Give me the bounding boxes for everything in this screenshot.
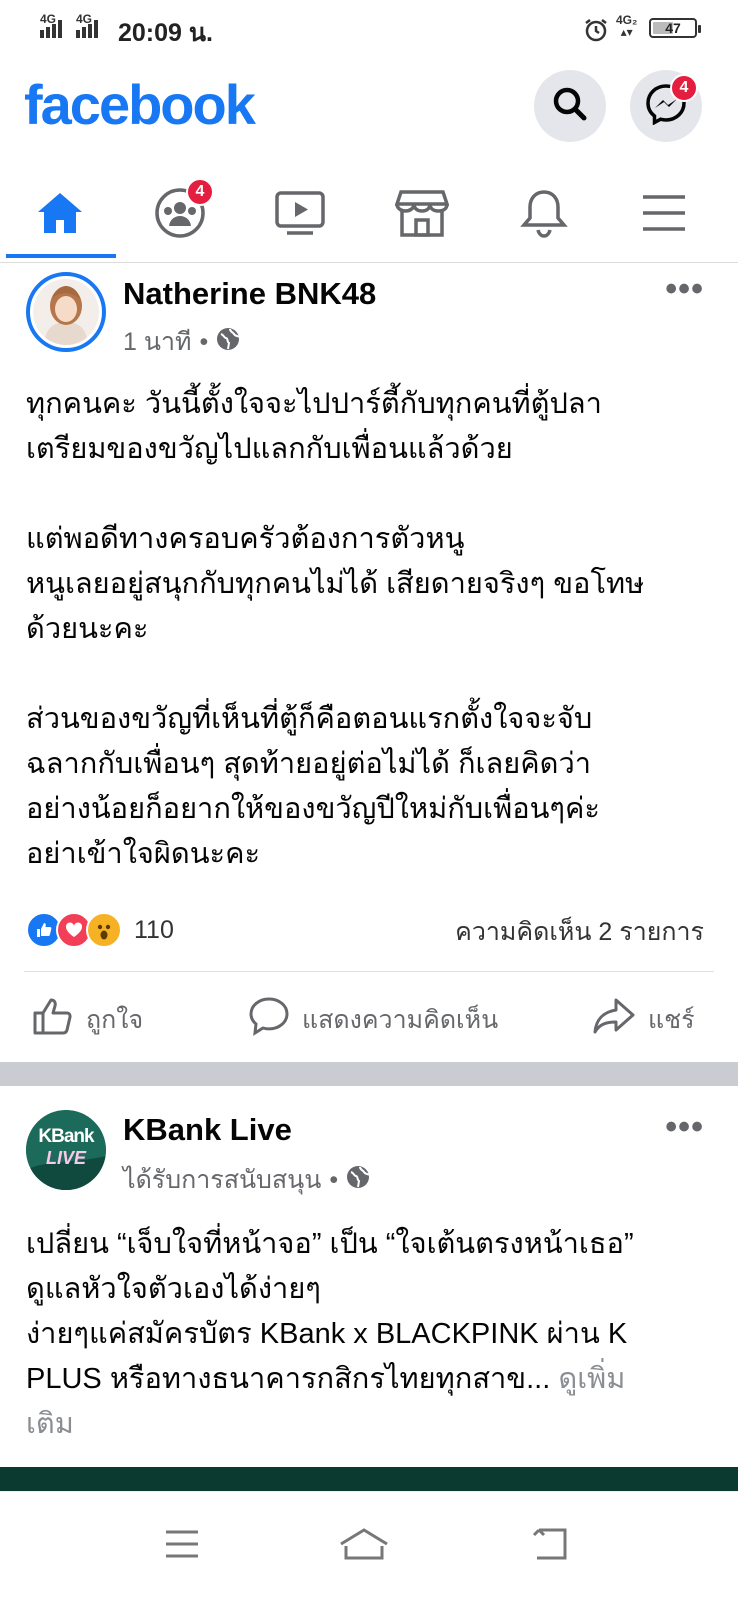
- kbank-avatar-live-text: LIVE: [45, 1148, 86, 1168]
- status-time: 20:09 น.: [118, 19, 213, 47]
- post-line-text: PLUS หรือทางธนาคารกสิกรไทยทุกสาข...: [26, 1363, 551, 1395]
- post-line: เตรียมของขวัญไปแลกกับเพื่อนแล้วด้วย: [26, 433, 513, 465]
- feed-separator: [0, 1062, 738, 1086]
- comment-button[interactable]: แสดงความคิดเห็น: [248, 996, 498, 1043]
- post-line: ทุกคนคะ วันนี้ตั้งใจจะไปปาร์ตี้กับทุกคนท…: [26, 388, 602, 420]
- see-more-link[interactable]: ดูเพิ่ม: [558, 1363, 625, 1395]
- back-icon: [531, 1526, 573, 1567]
- comment-label: แสดงความคิดเห็น: [302, 1005, 499, 1034]
- globe-icon: [346, 1165, 370, 1196]
- search-icon: [550, 84, 590, 129]
- messenger-badge: 4: [670, 74, 698, 102]
- thumbs-up-icon: [32, 996, 74, 1043]
- post-body: เปลี่ยน “เจ็บใจที่หน้าจอ” เป็น “ใจเต้นตร…: [26, 1222, 716, 1447]
- post-meta: 1 นาที •: [123, 322, 240, 362]
- home-icon: [35, 190, 85, 241]
- post-line: ด้วยนะคะ: [26, 613, 149, 645]
- battery-percent: 47: [665, 20, 681, 36]
- messenger-button[interactable]: 4: [630, 70, 702, 142]
- marketplace-icon: [394, 188, 450, 243]
- signal-sim2-icon: 4G: [76, 12, 98, 38]
- back-button[interactable]: [512, 1516, 592, 1576]
- comment-icon: [248, 996, 290, 1043]
- like-button[interactable]: ถูกใจ: [32, 996, 143, 1043]
- comments-count[interactable]: ความคิดเห็น 2 รายการ: [455, 912, 704, 952]
- hamburger-menu-icon: [640, 193, 688, 238]
- see-more-link-cont[interactable]: เติม: [26, 1402, 716, 1447]
- sim1-network-label: 4G: [40, 12, 57, 26]
- tab-home[interactable]: [0, 170, 120, 260]
- tab-groups[interactable]: 4: [120, 170, 240, 260]
- battery-icon: 47: [649, 18, 701, 38]
- recent-apps-button[interactable]: [142, 1516, 222, 1576]
- post-line: อย่างน้อยก็อยากให้ของขวัญปีใหม่กับเพื่อน…: [26, 793, 600, 825]
- post-options-button[interactable]: •••: [665, 270, 704, 309]
- video-icon: [273, 189, 327, 242]
- post-line: ดูแลหัวใจตัวเองได้ง่ายๆ: [26, 1273, 321, 1305]
- like-label: ถูกใจ: [86, 1005, 144, 1034]
- meta-dot: •: [329, 1165, 339, 1194]
- facebook-logo[interactable]: facebook: [24, 72, 256, 137]
- search-button[interactable]: [534, 70, 606, 142]
- recent-apps-icon: [162, 1528, 202, 1565]
- active-tab-indicator: [6, 254, 116, 258]
- sponsored-label[interactable]: ได้รับการสนับสนุน: [123, 1160, 321, 1200]
- post-line: อย่าเข้าใจผิดนะคะ: [26, 838, 261, 870]
- home-button[interactable]: [324, 1516, 404, 1576]
- share-icon: [592, 996, 636, 1043]
- tab-menu[interactable]: [604, 170, 724, 260]
- divider: [24, 971, 714, 972]
- post-body: ทุกคนคะ วันนี้ตั้งใจจะไปปาร์ตี้กับทุกคนท…: [26, 382, 716, 877]
- kbank-avatar-text: KBank: [38, 1126, 94, 1147]
- globe-icon: [216, 327, 240, 358]
- system-nav-bar: [0, 1491, 738, 1601]
- post-options-button[interactable]: •••: [665, 1108, 704, 1147]
- ad-media-top-edge: [0, 1467, 738, 1491]
- meta-dot: •: [199, 327, 209, 356]
- data-arrows-icon: ▴▾: [620, 25, 633, 39]
- post-line: PLUS หรือทางธนาคารกสิกรไทยทุกสาข... ดูเพ…: [26, 1357, 716, 1402]
- home-nav-icon: [338, 1526, 390, 1567]
- status-bar: 4G 4G 20:09 น. 4G₂ ▴▾ 47: [0, 0, 738, 58]
- groups-badge: 4: [186, 178, 214, 206]
- reaction-count: 110: [134, 915, 174, 944]
- reaction-summary[interactable]: 110: [26, 912, 174, 948]
- post-line: ง่ายๆแค่สมัครบัตร KBank x BLACKPINK ผ่าน…: [26, 1318, 628, 1350]
- share-button[interactable]: แชร์: [592, 996, 695, 1043]
- author-avatar[interactable]: [26, 272, 106, 352]
- signal-sim1-icon: 4G: [40, 12, 62, 38]
- post-line: แต่พอดีทางครอบครัวต้องการตัวหนู: [26, 523, 465, 555]
- post-line: หนูเลยอยู่สนุกกับทุกคนไม่ได้ เสียดายจริง…: [26, 568, 645, 600]
- sim2-network-label: 4G: [76, 12, 93, 26]
- tab-notifications[interactable]: [484, 170, 604, 260]
- post-time[interactable]: 1 นาที: [123, 322, 191, 362]
- post-meta: ได้รับการสนับสนุน •: [123, 1160, 370, 1200]
- tab-marketplace[interactable]: [362, 170, 482, 260]
- post-line: ฉลากกับเพื่อนๆ สุดท้ายอยู่ต่อไม่ได้ ก็เล…: [26, 748, 592, 780]
- wow-reaction-icon: [86, 912, 122, 948]
- share-label: แชร์: [648, 1005, 695, 1034]
- post-author-name[interactable]: KBank Live: [123, 1112, 292, 1148]
- kbank-avatar[interactable]: KBank LIVE: [26, 1110, 106, 1190]
- bell-icon: [519, 187, 569, 244]
- post-line: เปลี่ยน “เจ็บใจที่หน้าจอ” เป็น “ใจเต้นตร…: [26, 1228, 634, 1260]
- alarm-icon: [583, 17, 609, 48]
- tab-watch[interactable]: [240, 170, 360, 260]
- post-line: ส่วนของขวัญที่เห็นที่ตู้ก็คือตอนแรกตั้งใ…: [26, 703, 593, 735]
- main-tab-bar: 4: [0, 170, 738, 263]
- data-network-indicator: 4G₂ ▴▾: [616, 14, 637, 38]
- post-author-name[interactable]: Natherine BNK48: [123, 276, 376, 312]
- post-kbank: KBank LIVE KBank Live ได้รับการสนับสนุน …: [0, 1086, 738, 1467]
